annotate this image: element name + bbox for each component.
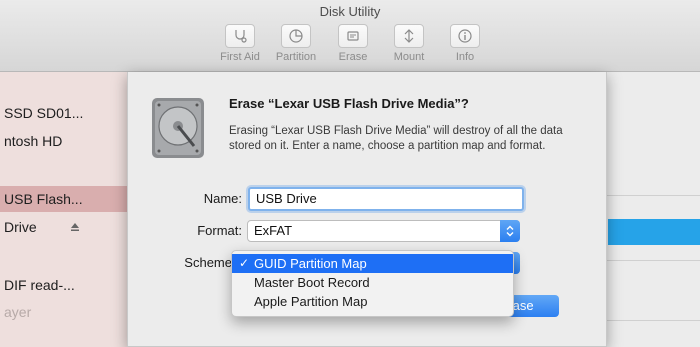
erase-button-toolbar[interactable]: Erase: [324, 24, 382, 63]
chevron-updown-icon: [500, 220, 520, 242]
menu-item-guid[interactable]: ✓ GUID Partition Map: [232, 254, 513, 273]
stethoscope-icon: [225, 24, 255, 48]
menu-item-label: Master Boot Record: [254, 275, 370, 290]
first-aid-button[interactable]: First Aid: [211, 24, 269, 63]
mount-button[interactable]: Mount: [380, 24, 438, 63]
format-popup[interactable]: ExFAT: [247, 220, 520, 242]
name-field[interactable]: USB Drive: [248, 187, 524, 211]
sidebar-item-usb-flash[interactable]: USB Flash...: [0, 186, 128, 212]
hard-drive-icon: [152, 98, 204, 158]
format-label: Format:: [197, 223, 242, 238]
sidebar-item-layer[interactable]: ayer: [0, 299, 128, 325]
name-label: Name:: [203, 191, 242, 206]
window-title: Disk Utility: [319, 4, 381, 19]
checkmark-icon: ✓: [239, 256, 250, 270]
sheet-title: Erase “Lexar USB Flash Drive Media”?: [229, 96, 469, 111]
erase-label: Erase: [338, 51, 368, 63]
sheet-description: Erasing “Lexar USB Flash Drive Media” wi…: [229, 125, 563, 152]
partition-button[interactable]: Partition: [267, 24, 325, 63]
sidebar-item-ssd[interactable]: SSD SD01...: [0, 100, 128, 126]
erase-icon: [338, 24, 368, 48]
menu-item-label: Apple Partition Map: [254, 294, 368, 309]
scheme-label: Scheme: [184, 255, 232, 270]
mount-icon: [394, 24, 424, 48]
format-value: ExFAT: [254, 223, 293, 238]
menu-item-mbr[interactable]: Master Boot Record: [232, 273, 513, 292]
menu-item-label: GUID Partition Map: [254, 256, 367, 271]
partition-label: Partition: [275, 51, 317, 63]
info-icon: [450, 24, 480, 48]
scheme-menu: ✓ GUID Partition Map Master Boot Record …: [231, 250, 514, 317]
first-aid-label: First Aid: [220, 51, 260, 63]
usage-bar: [608, 219, 700, 245]
sidebar-item-dif[interactable]: DIF read-...: [0, 272, 128, 298]
info-button[interactable]: Info: [436, 24, 494, 63]
sidebar-item-macintosh-hd[interactable]: ntosh HD: [0, 128, 128, 154]
sidebar-item-drive-label: Drive: [4, 219, 37, 235]
window-titlebar: Disk Utility First Aid Partition Erase M…: [0, 0, 700, 72]
eject-icon[interactable]: [70, 222, 80, 232]
mount-label: Mount: [393, 51, 425, 63]
info-label: Info: [455, 51, 475, 63]
sidebar-item-drive[interactable]: Drive: [0, 214, 128, 240]
partition-pie-icon: [281, 24, 311, 48]
menu-item-apple[interactable]: Apple Partition Map: [232, 292, 513, 311]
sidebar: SSD SD01... ntosh HD USB Flash... Drive …: [0, 72, 128, 347]
